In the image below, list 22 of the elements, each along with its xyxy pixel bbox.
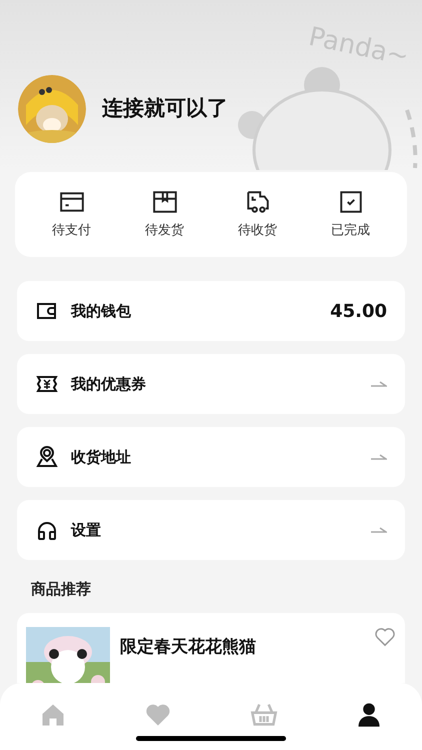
menu-label: 收货地址 [71, 446, 131, 468]
product-name: 限定春天花花熊猫 [120, 636, 256, 658]
check-box-icon [338, 188, 364, 215]
order-status-button[interactable]: 已完成 [316, 188, 386, 240]
menu-label: 我的优惠券 [71, 374, 146, 395]
menu-label: 我的钱包 [71, 300, 131, 322]
menu-item[interactable]: 收货地址 [17, 427, 405, 487]
truck-icon [244, 188, 270, 215]
menu-item[interactable]: 我的钱包 45.00 [17, 281, 405, 341]
username: 连接就可以了 [102, 95, 228, 122]
menu-label: 设置 [71, 520, 101, 541]
menu-item[interactable]: 设置 [17, 500, 405, 560]
order-status-button[interactable]: 待发货 [130, 188, 200, 240]
menu-item[interactable]: 我的优惠券 [17, 354, 405, 414]
product-card[interactable]: 限定春天花花熊猫 [17, 612, 405, 682]
wallet-balance: 45.00 [330, 300, 387, 324]
order-status-button[interactable]: 待支付 [36, 188, 106, 240]
heart-icon[interactable] [374, 626, 396, 646]
box-icon [152, 188, 178, 215]
map-pin-icon [35, 445, 59, 469]
section-title: 商品推荐 [31, 579, 91, 600]
order-status-button[interactable]: 待收货 [222, 188, 292, 240]
